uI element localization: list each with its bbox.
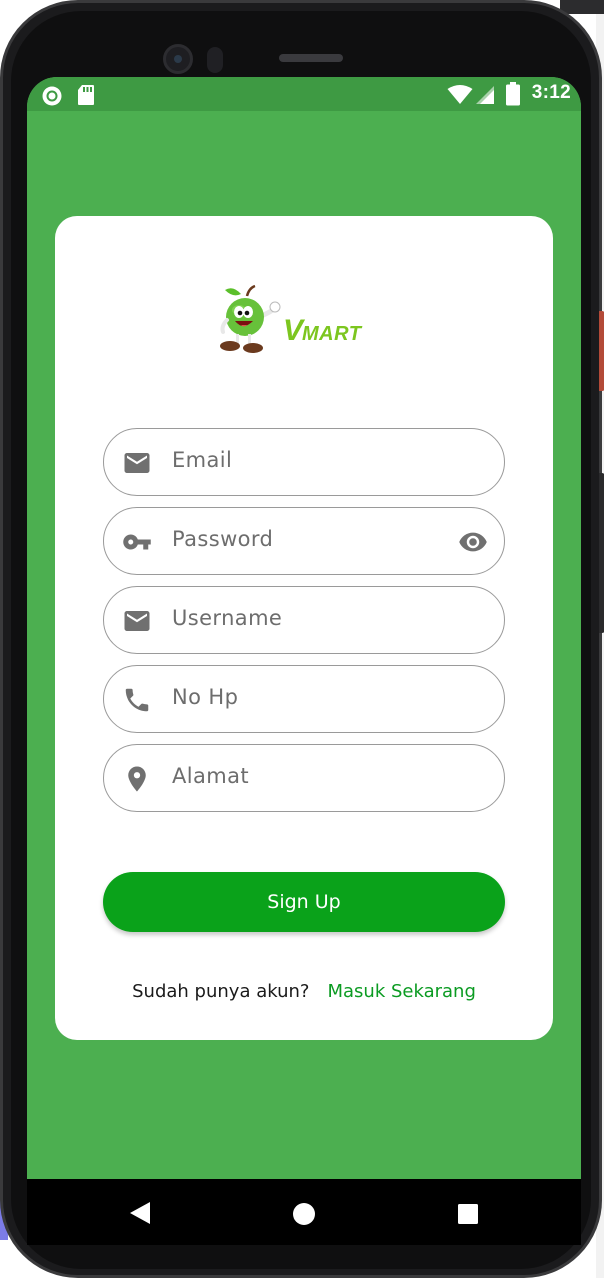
phone-number-placeholder: No Hp — [172, 685, 239, 709]
username-field[interactable]: Username — [103, 586, 505, 654]
mail-icon — [122, 606, 152, 636]
mail-icon — [122, 448, 152, 478]
username-placeholder: Username — [172, 606, 283, 630]
status-bar: 3:12 — [27, 77, 581, 111]
status-time: 3:12 — [531, 82, 571, 103]
app-screen: 3:12 VMART Email Password Username No Hp… — [27, 77, 581, 1245]
proximity-sensor — [207, 47, 223, 73]
home-circle-icon[interactable] — [292, 1202, 316, 1230]
wifi-icon — [447, 85, 473, 109]
sd-card-icon — [77, 84, 95, 110]
password-placeholder: Password — [172, 527, 274, 551]
sign-up-button[interactable]: Sign Up — [103, 872, 505, 932]
brand-mart: MART — [302, 323, 362, 345]
location-pin-icon — [122, 764, 152, 794]
sign-up-label: Sign Up — [267, 891, 341, 913]
address-placeholder: Alamat — [172, 764, 250, 788]
email-placeholder: Email — [172, 448, 233, 472]
phone-frame: 3:12 VMART Email Password Username No Hp… — [0, 0, 604, 1278]
eye-icon[interactable] — [456, 527, 490, 557]
brand-v: V — [283, 314, 303, 347]
navigation-bar — [27, 1179, 581, 1245]
vmart-logo: VMART — [215, 284, 375, 364]
email-field[interactable]: Email — [103, 428, 505, 496]
back-triangle-icon[interactable] — [129, 1201, 151, 1229]
phone-number-field[interactable]: No Hp — [103, 665, 505, 733]
masuk-sekarang-link[interactable]: Masuk Sekarang — [327, 981, 475, 1002]
earpiece-speaker — [279, 54, 343, 62]
notification-circle-icon — [41, 85, 63, 111]
battery-icon — [506, 82, 520, 110]
key-icon — [122, 527, 152, 557]
password-field[interactable]: Password — [103, 507, 505, 575]
apple-mascot-icon — [215, 284, 283, 360]
power-button — [599, 311, 604, 391]
recents-square-icon[interactable] — [457, 1203, 479, 1229]
address-field[interactable]: Alamat — [103, 744, 505, 812]
phone-icon — [122, 685, 152, 715]
volume-button — [599, 473, 604, 633]
signup-card: VMART Email Password Username No Hp Alam… — [55, 216, 553, 1040]
brand-name: VMART — [283, 314, 361, 348]
signin-row: Sudah punya akun? Masuk Sekarang — [55, 981, 553, 1002]
signal-icon — [475, 85, 495, 109]
signin-prompt: Sudah punya akun? — [132, 981, 310, 1002]
front-camera — [163, 44, 193, 74]
